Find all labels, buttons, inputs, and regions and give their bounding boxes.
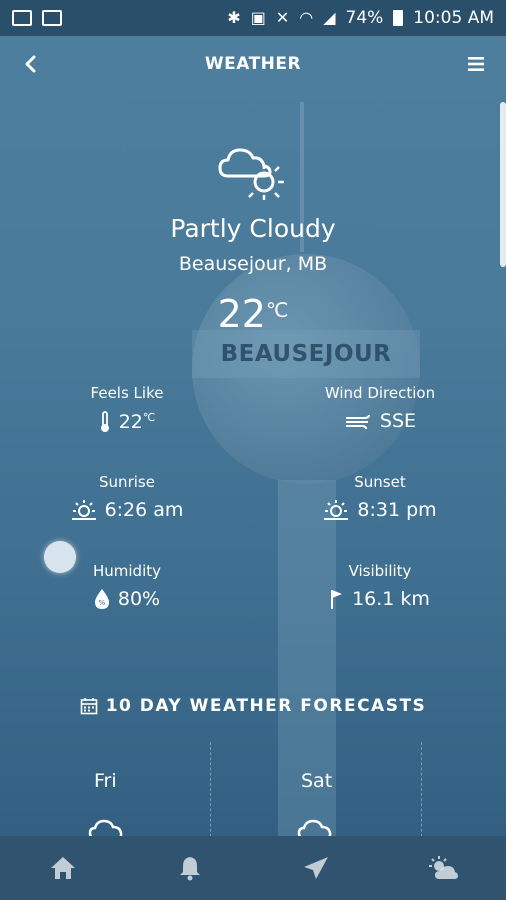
sunset-label: Sunset (354, 473, 406, 491)
svg-text:%: % (99, 599, 106, 607)
bottom-nav (0, 836, 506, 900)
cloud-icon (297, 819, 332, 838)
location-label: Beausejour, MB (178, 253, 328, 275)
forecast-header: 10 DAY WEATHER FORECASTS (0, 696, 506, 716)
forecast-divider (210, 742, 211, 842)
battery-percent: 74% (345, 8, 384, 28)
tower-band: BEAUSEJOUR (192, 330, 420, 378)
sunset-value: 8:31 pm (357, 499, 437, 521)
send-icon (304, 857, 329, 879)
wifi-icon: ◠ (299, 8, 314, 27)
battery-icon (393, 10, 404, 26)
droplet-icon: % (94, 589, 109, 609)
temperature-value: 22 (217, 292, 266, 336)
feels-like-unit: ℃ (142, 411, 156, 424)
calendar-icon (80, 698, 98, 715)
clock: 10:05 AM (413, 8, 494, 28)
feels-like-label: Feels Like (90, 384, 164, 402)
back-button[interactable] (16, 50, 44, 78)
wind-direction-value: SSE (379, 410, 417, 432)
chevron-left-icon (25, 55, 36, 73)
weather-condition: Partly Cloudy (170, 214, 336, 243)
nfc-icon: ▣ (250, 8, 266, 27)
thermometer-icon (100, 411, 109, 432)
bluetooth-icon: ✱ (227, 8, 241, 27)
stat-sunset: Sunset 8:31 pm (280, 473, 480, 521)
partly-cloudy-icon (218, 148, 284, 200)
wind-icon (345, 414, 370, 430)
status-bar: ✱ ▣ ✕ ◠ ◢ 74% 10:05 AM (0, 0, 506, 36)
wind-direction-label: Wind Direction (324, 384, 436, 402)
flag-icon (331, 590, 343, 609)
nav-alerts[interactable] (160, 838, 220, 898)
hamburger-icon (468, 57, 484, 71)
tower-text: BEAUSEJOUR (220, 341, 392, 367)
sunrise-value: 6:26 am (104, 499, 184, 521)
feels-like-value: 22 (118, 411, 143, 433)
temperature-unit: ℃ (265, 298, 289, 322)
stat-sunrise: Sunrise 6:26 am (27, 473, 227, 521)
humidity-value: 80% (117, 588, 161, 610)
stat-humidity: Humidity % 80% (27, 562, 227, 610)
visibility-value: 16.1 km (352, 588, 430, 610)
cloud-icon (88, 819, 123, 838)
gallery-icon (12, 10, 32, 26)
current-temperature: 22℃ (0, 292, 506, 336)
mute-icon: ✕ (275, 8, 290, 27)
page-title: WEATHER (204, 54, 302, 74)
forecast-day-sat[interactable]: Sat (301, 770, 332, 792)
nav-send[interactable] (286, 838, 346, 898)
app-bar: WEATHER (0, 36, 506, 92)
stat-feels-like: Feels Like 22℃ (27, 384, 227, 434)
sun-cloud-icon (428, 856, 458, 879)
signal-icon: ◢ (323, 8, 336, 27)
humidity-label: Humidity (92, 562, 161, 580)
nav-weather[interactable] (413, 838, 473, 898)
mail-icon (42, 10, 62, 26)
nav-home[interactable] (33, 838, 93, 898)
sunset-icon (324, 500, 349, 520)
sunrise-icon (71, 500, 96, 520)
stat-visibility: Visibility 16.1 km (280, 562, 480, 610)
bell-icon (179, 857, 200, 881)
visibility-label: Visibility (348, 562, 412, 580)
forecast-day-fri[interactable]: Fri (94, 770, 117, 792)
forecast-divider (421, 742, 422, 842)
forecast-title: 10 DAY WEATHER FORECASTS (105, 696, 427, 716)
sunrise-label: Sunrise (99, 473, 155, 491)
menu-button[interactable] (462, 50, 490, 78)
home-icon (51, 857, 76, 879)
stat-wind-direction: Wind Direction SSE (280, 384, 480, 432)
